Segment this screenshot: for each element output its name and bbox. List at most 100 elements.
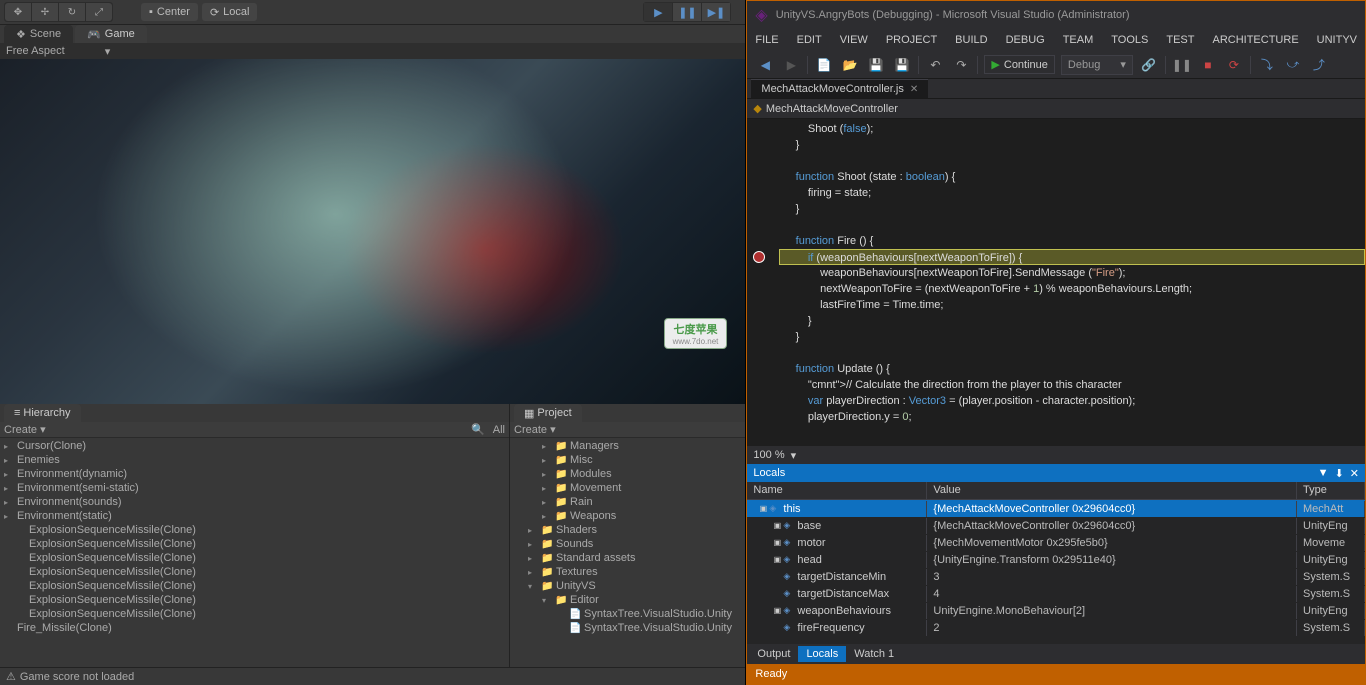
menu-test[interactable]: TEST [1166, 34, 1194, 46]
save-all-button[interactable]: 💾 [892, 55, 912, 75]
col-type[interactable]: Type [1297, 482, 1365, 499]
code-line[interactable]: function Fire () { [783, 233, 1365, 249]
search-filter[interactable]: All [493, 424, 505, 436]
code-line[interactable]: } [783, 313, 1365, 329]
project-item[interactable]: ▾📁Editor [510, 593, 745, 607]
code-line[interactable]: weaponBehaviours[nextWeaponToFire].SendM… [783, 265, 1365, 281]
create-dropdown[interactable]: Create ▾ [514, 423, 556, 436]
hierarchy-item[interactable]: Fire_Missile(Clone) [0, 621, 509, 635]
config-dropdown[interactable]: Debug ▾ [1061, 55, 1133, 75]
menu-architecture[interactable]: ARCHITECTURE [1212, 34, 1298, 46]
menu-project[interactable]: PROJECT [886, 34, 937, 46]
nav-fwd-button[interactable]: ▶ [781, 55, 801, 75]
bottom-tab-watch-1[interactable]: Watch 1 [846, 646, 902, 662]
code-line[interactable]: } [783, 329, 1365, 345]
tab-game[interactable]: 🎮 Game [75, 25, 147, 43]
aspect-dropdown[interactable]: Free Aspect ▾ [0, 43, 745, 59]
hierarchy-item[interactable]: ExplosionSequenceMissile(Clone) [0, 565, 509, 579]
menu-debug[interactable]: DEBUG [1006, 34, 1045, 46]
attach-button[interactable]: 🔗 [1139, 55, 1159, 75]
code-line[interactable]: } [783, 201, 1365, 217]
project-item[interactable]: ▸📁Movement [510, 481, 745, 495]
menu-build[interactable]: BUILD [955, 34, 987, 46]
redo-button[interactable]: ↷ [951, 55, 971, 75]
new-button[interactable]: 📄 [814, 55, 834, 75]
project-item[interactable]: ▸📁Sounds [510, 537, 745, 551]
code-line[interactable]: nextWeaponToFire = (nextWeaponToFire + 1… [783, 281, 1365, 297]
code-line[interactable]: Shoot (false); [783, 121, 1365, 137]
code-line[interactable]: "cmnt">// Calculate the direction from t… [783, 377, 1365, 393]
locals-row[interactable]: ▣ ◈ motor {MechMovementMotor 0x295fe5b0}… [747, 534, 1365, 551]
tab-hierarchy[interactable]: ≡ Hierarchy [4, 404, 81, 422]
create-dropdown[interactable]: Create ▾ [4, 423, 46, 436]
project-item[interactable]: ▸📁Misc [510, 453, 745, 467]
step-out-button[interactable]: ⤴ [1309, 55, 1329, 75]
close-icon[interactable]: ✕ [910, 84, 918, 95]
search-icon[interactable]: 🔍 [471, 423, 485, 436]
open-button[interactable]: 📂 [840, 55, 860, 75]
game-view[interactable]: 七度苹果 www.7do.net [0, 59, 745, 404]
locals-row[interactable]: ◈ targetDistanceMin 3 System.S [747, 568, 1365, 585]
hierarchy-item[interactable]: ▸Environment(sounds) [0, 495, 509, 509]
tab-project[interactable]: ▦ Project [514, 404, 582, 422]
hierarchy-item[interactable]: ExplosionSequenceMissile(Clone) [0, 593, 509, 607]
locals-row[interactable]: ▣ ◈ base {MechAttackMoveController 0x296… [747, 517, 1365, 534]
project-item[interactable]: ▾📁UnityVS [510, 579, 745, 593]
expand-icon[interactable]: ▣ [771, 538, 783, 547]
scale-tool[interactable]: ⤢ [86, 3, 112, 21]
col-value[interactable]: Value [927, 482, 1297, 499]
continue-button[interactable]: ▶ Continue [984, 55, 1055, 74]
code-line[interactable] [783, 153, 1365, 169]
project-item[interactable]: ▸📁Shaders [510, 523, 745, 537]
step-button[interactable]: ▶❚ [702, 3, 730, 21]
code-line[interactable] [783, 217, 1365, 233]
project-item[interactable]: ▸📁Rain [510, 495, 745, 509]
hand-tool[interactable]: ✥ [5, 3, 31, 21]
project-item[interactable]: ▸📁Managers [510, 439, 745, 453]
hierarchy-item[interactable]: ExplosionSequenceMissile(Clone) [0, 607, 509, 621]
locals-row[interactable]: ◈ targetDistanceMax 4 System.S [747, 585, 1365, 602]
code-line[interactable]: if (weaponBehaviours[nextWeaponToFire]) … [779, 249, 1365, 265]
hierarchy-item[interactable]: ExplosionSequenceMissile(Clone) [0, 523, 509, 537]
locals-grid[interactable]: ▣ ◈ this {MechAttackMoveController 0x296… [747, 500, 1365, 644]
pause-debug-button[interactable]: ❚❚ [1172, 55, 1192, 75]
code-line[interactable]: firing = state; [783, 185, 1365, 201]
pin-icon[interactable]: ⬇ [1335, 467, 1344, 480]
locals-row[interactable]: ◈ fireFrequency 2 System.S [747, 619, 1365, 636]
expand-icon[interactable]: ▣ [757, 504, 769, 513]
project-item[interactable]: ▸📁Weapons [510, 509, 745, 523]
code-editor[interactable]: Shoot (false); } function Shoot (state :… [747, 119, 1365, 446]
menu-edit[interactable]: EDIT [797, 34, 822, 46]
project-item[interactable]: ▸📁Modules [510, 467, 745, 481]
project-item[interactable]: ▸📁Textures [510, 565, 745, 579]
code-line[interactable]: } [783, 137, 1365, 153]
hierarchy-item[interactable]: ▸Environment(static) [0, 509, 509, 523]
locals-row[interactable]: ▣ ◈ weaponBehaviours UnityEngine.MonoBeh… [747, 602, 1365, 619]
expand-icon[interactable]: ▣ [771, 555, 783, 564]
menu-tools[interactable]: TOOLS [1111, 34, 1148, 46]
move-tool[interactable]: ✢ [32, 3, 58, 21]
save-button[interactable]: 💾 [866, 55, 886, 75]
project-list[interactable]: ▸📁Managers▸📁Misc▸📁Modules▸📁Movement▸📁Rai… [510, 438, 745, 667]
undo-button[interactable]: ↶ [925, 55, 945, 75]
code-line[interactable]: lastFireTime = Time.time; [783, 297, 1365, 313]
project-item[interactable]: ▸📁Standard assets [510, 551, 745, 565]
menu-team[interactable]: TEAM [1063, 34, 1094, 46]
hierarchy-item[interactable]: ▸Cursor(Clone) [0, 439, 509, 453]
code-line[interactable] [783, 345, 1365, 361]
restart-button[interactable]: ⟳ [1224, 55, 1244, 75]
menu-view[interactable]: VIEW [840, 34, 868, 46]
hierarchy-list[interactable]: ▸Cursor(Clone)▸Enemies▸Environment(dynam… [0, 438, 509, 667]
hierarchy-item[interactable]: ▸Environment(semi-static) [0, 481, 509, 495]
nav-back-button[interactable]: ◀ [755, 55, 775, 75]
hierarchy-item[interactable]: ExplosionSequenceMissile(Clone) [0, 537, 509, 551]
expand-icon[interactable]: ▣ [771, 606, 783, 615]
pivot-center-button[interactable]: ▪ Center [141, 3, 198, 21]
menu-unityv[interactable]: UNITYV [1317, 34, 1357, 46]
project-item[interactable]: 📄SyntaxTree.VisualStudio.Unity [510, 607, 745, 621]
code-line[interactable]: var playerDirection : Vector3 = (player.… [783, 393, 1365, 409]
bottom-tab-output[interactable]: Output [749, 646, 798, 662]
locals-row[interactable]: ▣ ◈ head {UnityEngine.Transform 0x29511e… [747, 551, 1365, 568]
hierarchy-item[interactable]: ExplosionSequenceMissile(Clone) [0, 579, 509, 593]
dropdown-icon[interactable]: ▼ [1318, 467, 1329, 480]
